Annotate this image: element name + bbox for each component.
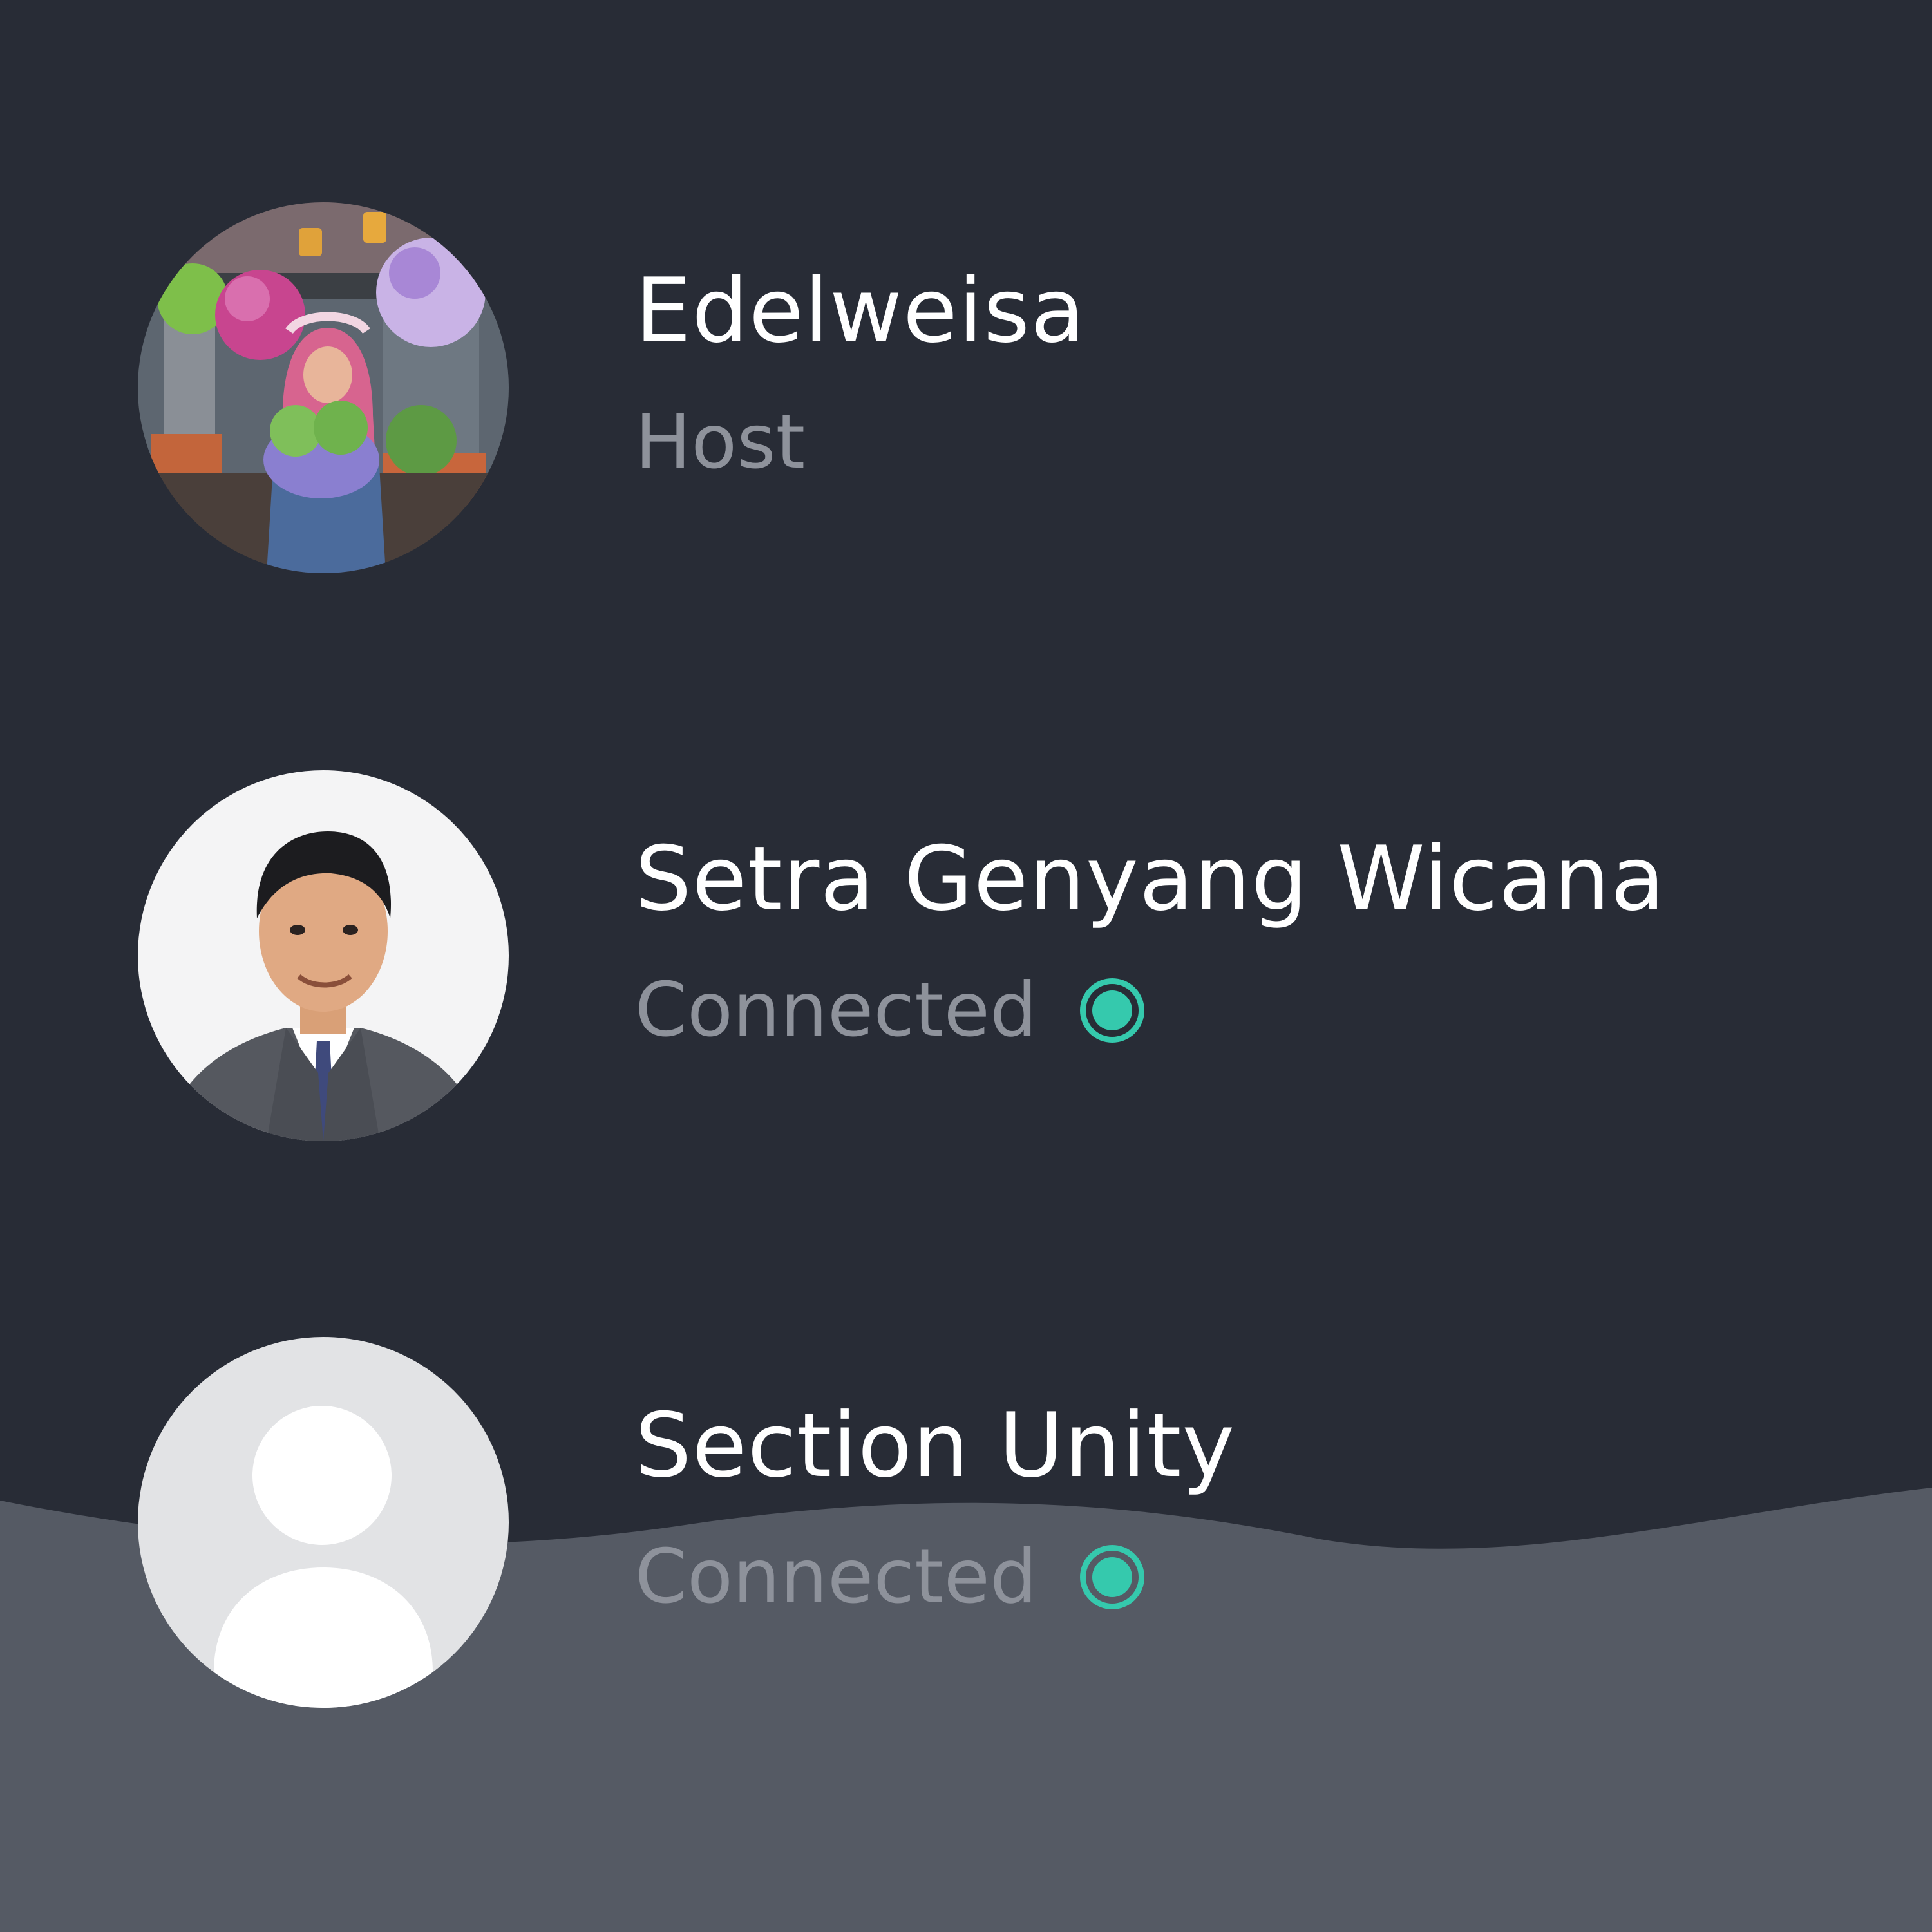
participant-name: Edelweisa	[635, 259, 1086, 363]
avatar	[138, 770, 509, 1141]
participant-row[interactable]: Edelweisa Host	[0, 202, 1932, 576]
status-row: Connected	[635, 1533, 1144, 1620]
avatar-photo	[138, 770, 509, 1141]
connection-status: Connected	[635, 967, 1037, 1054]
participant-list-screen: Edelweisa Host Setra Genyang Wicana Conn…	[0, 0, 1932, 1932]
connection-status: Connected	[635, 1533, 1037, 1620]
participant-row[interactable]: Section Unity Connected	[0, 1337, 1932, 1710]
avatar-photo	[138, 202, 509, 573]
connected-indicator-icon	[1079, 978, 1144, 1043]
participant-name: Section Unity	[635, 1394, 1236, 1497]
status-row: Connected	[635, 967, 1144, 1054]
participant-name: Setra Genyang Wicana	[635, 827, 1666, 931]
connected-indicator-icon	[1079, 1545, 1144, 1609]
participant-role: Host	[635, 399, 806, 486]
avatar	[138, 202, 509, 573]
avatar	[138, 1337, 509, 1708]
participant-row[interactable]: Setra Genyang Wicana Connected	[0, 770, 1932, 1144]
status-row: Host	[635, 399, 806, 486]
default-person-icon	[138, 1337, 509, 1708]
